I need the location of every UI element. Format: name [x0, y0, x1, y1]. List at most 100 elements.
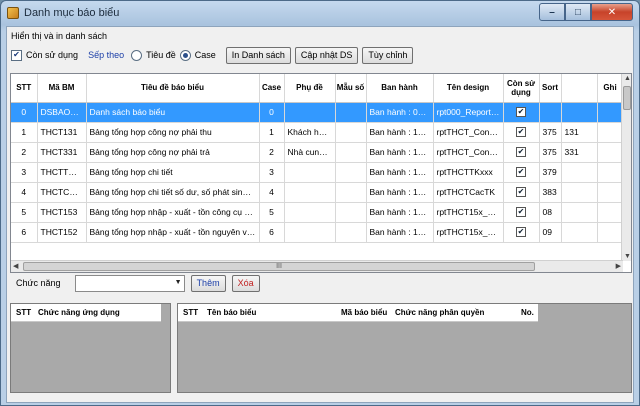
- con-su-dung-cell-checkbox[interactable]: ✔: [516, 167, 526, 178]
- radio-tieu-de-label: Tiêu đề: [146, 50, 176, 60]
- grid-cell-case: 0: [259, 102, 285, 123]
- scroll-left-icon[interactable]: ◀: [13, 262, 18, 270]
- perm-col-report-code: Mã báo biểu: [341, 308, 388, 317]
- grid-col-header[interactable]: Tiêu đề báo biểu: [86, 74, 260, 103]
- grid-cell-tieude: Bảng tổng hợp công nợ phải thu: [86, 122, 260, 143]
- grid-col-header[interactable]: [561, 74, 598, 103]
- con-su-dung-cell-checkbox[interactable]: ✔: [516, 127, 526, 138]
- app-functions-header: STT Chức năng ứng dụng: [11, 304, 161, 322]
- vertical-scroll-thumb[interactable]: [623, 86, 631, 110]
- grid-cell-case: 2: [259, 142, 285, 163]
- grid-cell-consd[interactable]: ✔: [503, 142, 540, 163]
- grid-cell-tieude: Bảng tổng hợp chi tiết số dư, số phát si…: [86, 182, 260, 203]
- grid-col-header[interactable]: Còn sử dụng: [503, 74, 540, 103]
- scroll-down-icon[interactable]: ▼: [624, 253, 631, 260]
- grid-cell-ghi: [597, 202, 624, 223]
- minimize-button[interactable]: –: [539, 3, 565, 21]
- table-row[interactable]: 6 THCT152 Bảng tổng hợp nhập - xuất - tồn …: [11, 222, 624, 243]
- grid-col-header[interactable]: Ban hành: [366, 74, 434, 103]
- window-title: Danh mục báo biểu: [24, 7, 120, 19]
- table-row[interactable]: 3 THCTTKXXX Bảng tổng hợp chi tiết 3 Ban hàn…: [11, 162, 624, 183]
- grid-cell-stt: 0: [11, 102, 38, 123]
- app-icon: [7, 7, 19, 19]
- grid-cell-consd[interactable]: ✔: [503, 122, 540, 143]
- grid-cell-banhanh: Ban hành : 16/01...: [366, 222, 434, 243]
- table-row[interactable]: 4THCTCACTKBảng tổng hợp chi tiết số dư, …: [11, 182, 624, 203]
- report-permissions-panel[interactable]: STT Tên báo biểu Mã báo biểu Chức năng p…: [177, 303, 632, 393]
- grid-cell-mauso: [335, 202, 367, 223]
- con-su-dung-cell-checkbox[interactable]: ✔: [516, 147, 526, 158]
- grid-col-header[interactable]: STT: [11, 74, 38, 103]
- grid-cell-design: rptTHCT15x_Ton...: [433, 202, 504, 223]
- report-grid[interactable]: STT Mã BM Tiêu đề báo biểu Case Phụ đề Mẫu số…: [10, 73, 632, 273]
- grid-cell-extra: 331: [561, 142, 598, 163]
- report-table: STT Mã BM Tiêu đề báo biểu Case Phụ đề Mẫu số…: [11, 74, 624, 243]
- grid-cell-consd[interactable]: ✔: [503, 162, 540, 183]
- con-su-dung-cell-checkbox[interactable]: ✔: [516, 107, 526, 118]
- scroll-right-icon[interactable]: ▶: [616, 262, 621, 270]
- delete-button[interactable]: Xóa: [231, 274, 260, 292]
- maximize-button[interactable]: □: [565, 3, 591, 21]
- tuy-chinh-button[interactable]: Tùy chỉnh: [362, 46, 414, 64]
- function-row: Chức năng ▼ Thêm Xóa: [16, 272, 260, 294]
- grid-cell-sort: 08: [539, 202, 562, 223]
- grid-col-header[interactable]: Phụ đề: [284, 74, 336, 103]
- grid-cell-mauso: [335, 142, 367, 163]
- radio-case[interactable]: [179, 49, 191, 61]
- grid-cell-phude: Khách hàng: [284, 122, 336, 143]
- grid-cell-ma: THCT152: [37, 222, 87, 243]
- grid-cell-sort: 379: [539, 162, 562, 183]
- con-su-dung-checkbox[interactable]: ✔: [11, 49, 22, 61]
- grid-col-header[interactable]: Case: [259, 74, 285, 103]
- horizontal-scroll-thumb[interactable]: III: [23, 262, 535, 271]
- grid-col-header[interactable]: Tên design: [433, 74, 504, 103]
- grid-cell-banhanh: Ban hành : 05/02...: [366, 102, 434, 123]
- table-row[interactable]: 5 THCT153 Bảng tổng hợp nhập - xuất - tồn …: [11, 202, 624, 223]
- grid-cell-extra: [561, 102, 598, 123]
- grid-cell-case: 5: [259, 202, 285, 223]
- grid-col-header[interactable]: Mẫu số: [335, 74, 367, 103]
- perm-col-no: No.: [521, 308, 534, 317]
- grid-cell-phude: [284, 182, 336, 203]
- grid-col-header[interactable]: Mã BM: [37, 74, 87, 103]
- grid-cell-phude: [284, 162, 336, 183]
- table-row[interactable]: 1 THCT131 Bảng tổng hợp công nợ phải thu 1 K…: [11, 122, 624, 143]
- grid-cell-ghi: [597, 182, 624, 203]
- title-bar[interactable]: Danh mục báo biểu – □ ✕: [1, 1, 639, 25]
- app-functions-col-name: Chức năng ứng dụng: [38, 308, 120, 317]
- grid-cell-consd[interactable]: ✔: [503, 222, 540, 243]
- cap-nhat-ds-button[interactable]: Cập nhật DS: [294, 46, 359, 64]
- grid-cell-sort: 375: [539, 142, 562, 163]
- grid-horizontal-scrollbar[interactable]: ◀ III ▶: [11, 260, 623, 272]
- grid-cell-ghi: [597, 222, 624, 243]
- in-danh-sach-button[interactable]: In Danh sách: [225, 46, 291, 64]
- grid-col-header[interactable]: Ghi: [597, 74, 624, 103]
- grid-cell-sort: 383: [539, 182, 562, 203]
- function-combo[interactable]: ▼: [74, 274, 185, 292]
- con-su-dung-cell-checkbox[interactable]: ✔: [516, 187, 526, 198]
- grid-cell-stt: 2: [11, 142, 38, 163]
- grid-cell-stt: 1: [11, 122, 38, 143]
- function-label: Chức năng: [16, 278, 61, 288]
- radio-tieu-de[interactable]: [131, 49, 143, 61]
- grid-cell-sort: 09: [539, 222, 562, 243]
- add-button[interactable]: Thêm: [190, 274, 226, 292]
- grid-cell-consd[interactable]: ✔: [503, 102, 540, 123]
- app-functions-panel[interactable]: STT Chức năng ứng dụng: [10, 303, 171, 393]
- table-row[interactable]: 2 THCT331 Bảng tổng hợp công nợ phải trả 2 N…: [11, 142, 624, 163]
- close-button[interactable]: ✕: [591, 3, 633, 21]
- grid-cell-stt: 4: [11, 182, 38, 203]
- grid-cell-ma: THCTTKXXX: [37, 162, 87, 183]
- grid-cell-ma: THCTCACTK: [37, 182, 87, 203]
- table-row[interactable]: 0 DSBAOBIEU Danh sách báo biểu 0 Ban hành : …: [11, 102, 624, 123]
- con-su-dung-cell-checkbox[interactable]: ✔: [516, 227, 526, 238]
- chevron-down-icon[interactable]: ▼: [175, 279, 182, 286]
- grid-cell-consd[interactable]: ✔: [503, 182, 540, 203]
- perm-col-stt: STT: [183, 308, 199, 317]
- scroll-up-icon[interactable]: ▲: [624, 75, 631, 82]
- con-su-dung-label: Còn sử dụng: [26, 50, 79, 60]
- grid-col-header[interactable]: Sort: [539, 74, 562, 103]
- grid-cell-consd[interactable]: ✔: [503, 202, 540, 223]
- grid-vertical-scrollbar[interactable]: ▲ ▼: [621, 74, 631, 261]
- con-su-dung-cell-checkbox[interactable]: ✔: [516, 207, 526, 218]
